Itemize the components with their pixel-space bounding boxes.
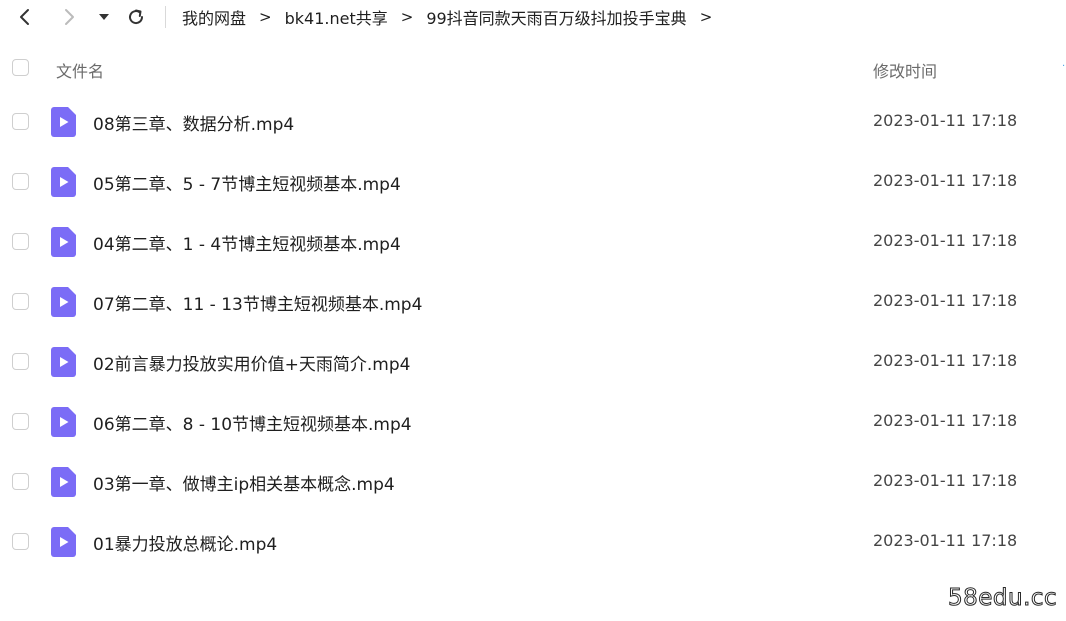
breadcrumb-separator: > [400,8,414,26]
table-row[interactable]: 06第二章、8 - 10节博主短视频基本.mp4 2023-01-11 17:1… [0,392,1066,452]
file-name: 05第二章、5 - 7节博主短视频基本.mp4 [93,175,401,195]
select-all-checkbox[interactable] [12,59,29,76]
file-name: 02前言暴力投放实用价值+天雨简介.mp4 [93,355,411,375]
video-file-icon [51,167,76,197]
breadcrumb-separator: > [699,8,713,26]
video-file-icon [51,107,76,137]
row-checkbox[interactable] [12,413,29,430]
table-row[interactable]: 07第二章、11 - 13节博主短视频基本.mp4 2023-01-11 17:… [0,272,1066,332]
table-row[interactable]: 08第三章、数据分析.mp4 2023-01-11 17:18 [0,92,1066,152]
video-file-icon [51,287,76,317]
breadcrumb-item-my-drive[interactable]: 我的网盘 [182,5,246,29]
breadcrumb: 我的网盘 > bk41.net共享 > 99抖音同款天雨百万级抖加投手宝典 > [182,5,725,29]
video-file-icon [51,227,76,257]
file-list: 08第三章、数据分析.mp4 2023-01-11 17:18 05第二章、5 … [0,92,1066,572]
file-name: 06第二章、8 - 10节博主短视频基本.mp4 [93,415,412,435]
file-modified-time: 2023-01-11 17:18 [873,291,1018,310]
toolbar: 我的网盘 > bk41.net共享 > 99抖音同款天雨百万级抖加投手宝典 > [0,0,1066,34]
file-list-header: 文件名 修改时间 · [0,52,1066,84]
row-checkbox[interactable] [12,353,29,370]
table-row[interactable]: 02前言暴力投放实用价值+天雨简介.mp4 2023-01-11 17:18 [0,332,1066,392]
column-header-name[interactable]: 文件名 [56,58,104,82]
video-file-icon [51,347,76,377]
refresh-icon [129,9,144,25]
toolbar-divider [165,6,166,28]
forward-button[interactable] [56,4,82,30]
refresh-button[interactable] [123,4,149,30]
row-checkbox[interactable] [12,473,29,490]
file-modified-time: 2023-01-11 17:18 [873,471,1018,490]
row-checkbox[interactable] [12,533,29,550]
table-row[interactable]: 04第二章、1 - 4节博主短视频基本.mp4 2023-01-11 17:18 [0,212,1066,272]
table-row[interactable]: 05第二章、5 - 7节博主短视频基本.mp4 2023-01-11 17:18 [0,152,1066,212]
table-row[interactable]: 03第一章、做博主ip相关基本概念.mp4 2023-01-11 17:18 [0,452,1066,512]
watermark: 58edu.cc [947,585,1058,612]
row-checkbox[interactable] [12,173,29,190]
file-name: 08第三章、数据分析.mp4 [93,115,295,135]
file-modified-time: 2023-01-11 17:18 [873,351,1018,370]
file-modified-time: 2023-01-11 17:18 [873,171,1018,190]
file-name: 03第一章、做博主ip相关基本概念.mp4 [93,475,395,495]
file-modified-time: 2023-01-11 17:18 [873,231,1018,250]
chevron-right-icon [65,9,74,25]
column-resize-handle[interactable]: · [1062,62,1066,72]
row-checkbox[interactable] [12,293,29,310]
video-file-icon [51,407,76,437]
file-modified-time: 2023-01-11 17:18 [873,111,1018,130]
file-name: 01暴力投放总概论.mp4 [93,535,278,555]
caret-down-icon [99,14,109,20]
history-dropdown-button[interactable] [91,4,117,30]
breadcrumb-item-current-folder[interactable]: 99抖音同款天雨百万级抖加投手宝典 [426,5,686,29]
row-checkbox[interactable] [12,113,29,130]
video-file-icon [51,527,76,557]
row-checkbox[interactable] [12,233,29,250]
chevron-left-icon [20,9,29,25]
file-name: 07第二章、11 - 13节博主短视频基本.mp4 [93,295,423,315]
back-button[interactable] [12,4,38,30]
video-file-icon [51,467,76,497]
column-header-modified[interactable]: 修改时间 [873,58,937,82]
file-name: 04第二章、1 - 4节博主短视频基本.mp4 [93,235,401,255]
file-modified-time: 2023-01-11 17:18 [873,531,1018,550]
breadcrumb-item-shared[interactable]: bk41.net共享 [285,5,388,29]
table-row[interactable]: 01暴力投放总概论.mp4 2023-01-11 17:18 [0,512,1066,572]
file-modified-time: 2023-01-11 17:18 [873,411,1018,430]
breadcrumb-separator: > [259,8,272,26]
